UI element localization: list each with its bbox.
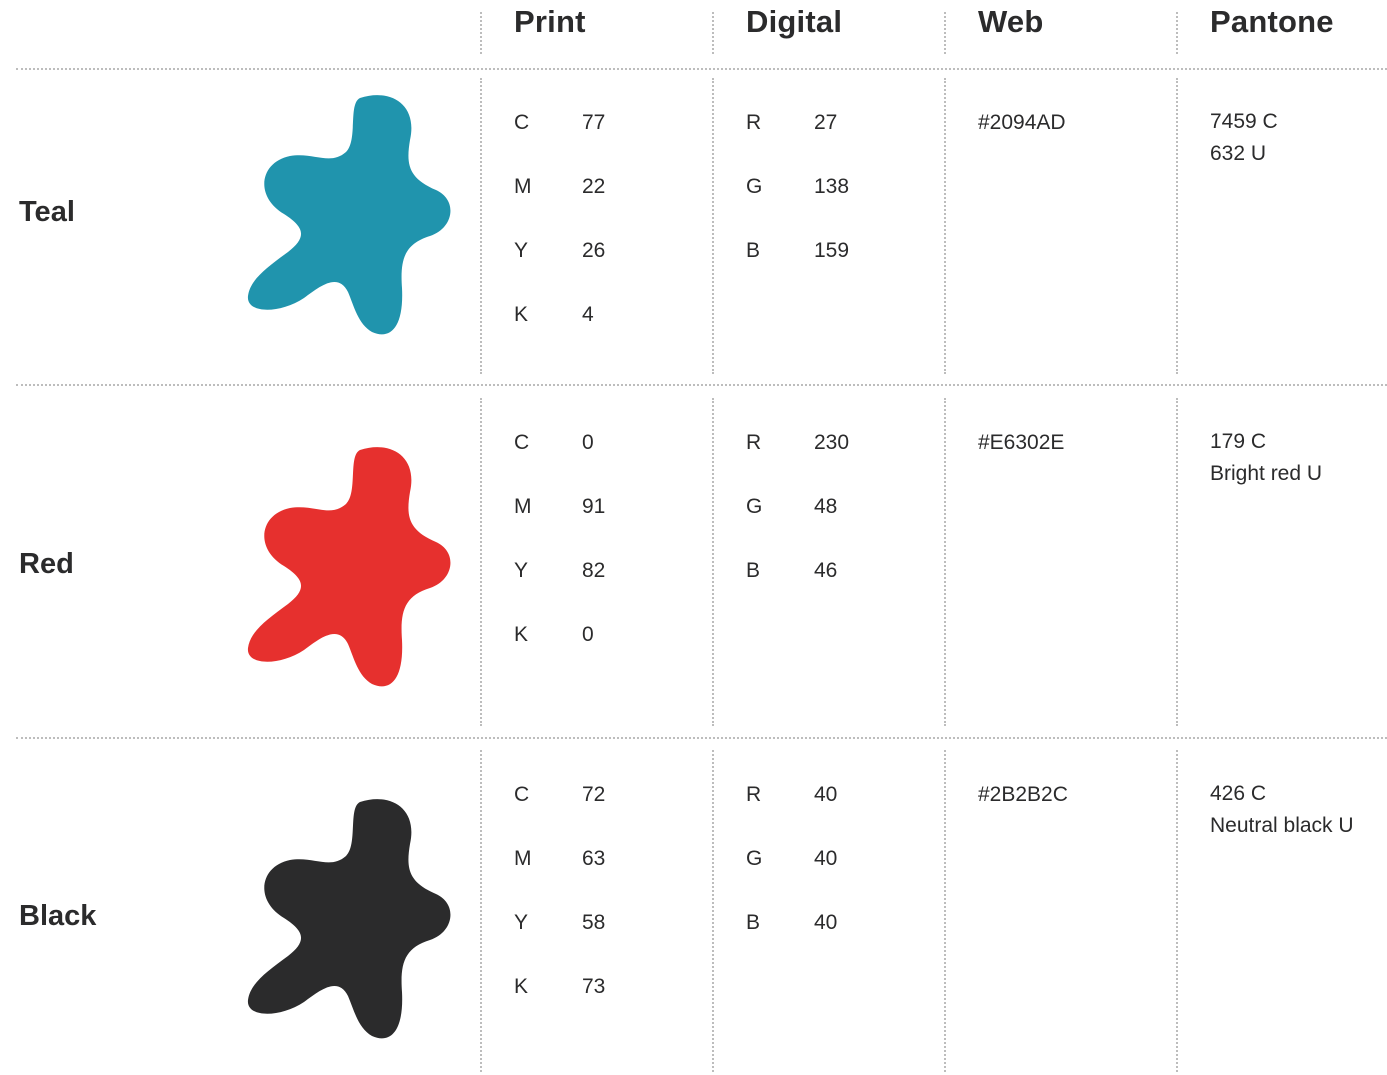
column-header-web: Web <box>978 4 1044 39</box>
column-divider <box>712 750 714 1072</box>
column-divider <box>480 750 482 1072</box>
digital-label: B <box>746 911 761 934</box>
digital-value: 138 <box>814 175 850 198</box>
web-hex-value: #2094AD <box>978 111 1066 134</box>
print-label: M <box>514 495 532 518</box>
row-divider <box>16 68 1387 70</box>
print-label: K <box>514 975 529 998</box>
column-divider <box>1176 78 1178 374</box>
print-value: 22 <box>582 175 606 198</box>
pantone-value: 7459 C <box>1210 110 1278 133</box>
print-value: 77 <box>582 111 606 134</box>
print-value: 26 <box>582 239 606 262</box>
print-label: K <box>514 623 529 646</box>
digital-label: R <box>746 783 762 806</box>
column-divider <box>944 398 946 726</box>
web-hex-value: #E6302E <box>978 431 1065 454</box>
column-divider <box>480 12 482 54</box>
print-label: Y <box>514 911 529 934</box>
digital-value: 40 <box>814 847 838 870</box>
pantone-value: 426 C <box>1210 782 1267 805</box>
digital-label: G <box>746 847 763 870</box>
digital-value: 27 <box>814 111 838 134</box>
column-header-digital: Digital <box>746 4 843 39</box>
digital-value: 230 <box>814 431 850 454</box>
digital-value: 40 <box>814 911 838 934</box>
swatch-name: Teal <box>19 196 75 228</box>
print-label: Y <box>514 239 529 262</box>
teal-blob-swatch <box>247 95 451 335</box>
pantone-value: Neutral black U <box>1210 814 1354 837</box>
print-value: 58 <box>582 911 606 934</box>
red-blob-swatch <box>247 447 451 687</box>
swatch-name: Red <box>19 548 74 580</box>
print-value: 72 <box>582 783 606 806</box>
pantone-value: Bright red U <box>1210 462 1323 485</box>
column-divider <box>712 12 714 54</box>
column-divider <box>1176 12 1178 54</box>
print-value: 73 <box>582 975 606 998</box>
digital-label: G <box>746 175 763 198</box>
web-hex-value: #2B2B2C <box>978 783 1068 806</box>
print-value: 0 <box>582 623 594 646</box>
print-value: 91 <box>582 495 606 518</box>
column-divider <box>944 12 946 54</box>
digital-value: 48 <box>814 495 838 518</box>
print-value: 82 <box>582 559 606 582</box>
column-divider <box>480 78 482 374</box>
column-divider <box>1176 398 1178 726</box>
swatch-name: Black <box>19 900 97 932</box>
print-label: C <box>514 431 530 454</box>
print-value: 63 <box>582 847 606 870</box>
column-divider <box>712 78 714 374</box>
print-value: 0 <box>582 431 594 454</box>
print-label: C <box>514 783 530 806</box>
digital-value: 40 <box>814 783 838 806</box>
digital-label: R <box>746 111 762 134</box>
column-divider <box>944 78 946 374</box>
print-label: C <box>514 111 530 134</box>
black-blob-swatch <box>247 799 451 1039</box>
pantone-value: 179 C <box>1210 430 1267 453</box>
print-value: 4 <box>582 303 594 326</box>
column-divider <box>944 750 946 1072</box>
print-label: K <box>514 303 529 326</box>
column-header-pantone: Pantone <box>1210 4 1334 39</box>
column-divider <box>712 398 714 726</box>
print-label: M <box>514 175 532 198</box>
row-divider <box>16 737 1387 739</box>
digital-label: B <box>746 239 761 262</box>
row-divider <box>16 384 1387 386</box>
digital-label: B <box>746 559 761 582</box>
pantone-value: 632 U <box>1210 142 1267 165</box>
digital-label: R <box>746 431 762 454</box>
digital-value: 159 <box>814 239 850 262</box>
column-divider <box>480 398 482 726</box>
digital-value: 46 <box>814 559 838 582</box>
print-label: Y <box>514 559 529 582</box>
column-header-print: Print <box>514 4 586 39</box>
digital-label: G <box>746 495 763 518</box>
print-label: M <box>514 847 532 870</box>
column-divider <box>1176 750 1178 1072</box>
